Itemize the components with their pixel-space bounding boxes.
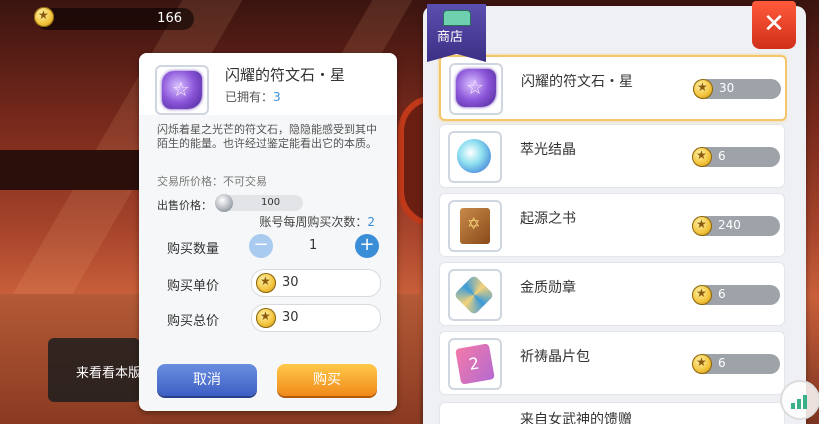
- price-value: 30: [719, 81, 735, 95]
- shop-item-price: 6: [692, 147, 780, 167]
- price-value: 6: [718, 149, 726, 163]
- unit-price-value: 30: [282, 275, 299, 290]
- shop-item-valkyrie-gift[interactable]: 来自女武神的馈赠: [439, 402, 785, 424]
- gold-coin-icon: [693, 79, 713, 99]
- shop-item-name: 来自女武神的馈赠: [520, 412, 632, 424]
- quantity-stepper: − 1 +: [247, 234, 381, 260]
- owned-value: 3: [273, 90, 281, 104]
- shop-item-prayer-chip-pack[interactable]: 祈祷晶片包 6: [439, 331, 785, 395]
- cancel-button[interactable]: 取消: [157, 364, 257, 396]
- item-name: 闪耀的符文石・星: [225, 66, 346, 84]
- gold-coin-icon: [34, 7, 54, 27]
- sell-price-bar: 100: [215, 194, 303, 212]
- shop-item-gold-medal[interactable]: 金质勋章 6: [439, 262, 785, 326]
- buy-button[interactable]: 购买: [277, 364, 377, 396]
- silver-coin-icon: [215, 194, 233, 212]
- shop-item-name: 祈祷晶片包: [520, 349, 590, 365]
- weekly-count: 2: [367, 215, 375, 229]
- item-icon-frame: [448, 200, 502, 252]
- quantity-value: 1: [309, 238, 318, 253]
- sell-price-label: 出售价格：: [157, 199, 212, 212]
- hint-bubble[interactable]: 来看看本版: [48, 338, 140, 402]
- gold-coin-icon: [692, 147, 712, 167]
- item-icon-frame: [448, 269, 502, 321]
- owned-label: 已拥有：: [225, 90, 274, 104]
- shop-item-price: 6: [692, 354, 780, 374]
- shop-item-crystal[interactable]: 萃光结晶 6: [439, 124, 785, 188]
- item-icon-frame: [155, 65, 209, 115]
- shop-item-origin-book[interactable]: 起源之书 240: [439, 193, 785, 257]
- close-button[interactable]: ✕: [752, 1, 796, 49]
- price-value: 6: [718, 287, 726, 301]
- shop-item-name: 起源之书: [520, 211, 576, 227]
- trade-price: 交易所价格：不可交易: [157, 175, 267, 188]
- item-description: 闪烁着星之光芒的符文石，隐隐能感受到其中陌生的能量。也许经过鉴定能看出它的本质。: [157, 123, 377, 150]
- hint-text: 来看看本版: [76, 366, 140, 381]
- shop-item-name: 金质勋章: [520, 280, 576, 296]
- item-detail-panel: 闪耀的符文石・星 已拥有：3 闪烁着星之光芒的符文石，隐隐能感受到其中陌生的能量…: [139, 53, 397, 411]
- crystal-icon: [457, 139, 491, 173]
- shop-item-price: 30: [693, 79, 781, 99]
- gold-coin-icon: [692, 216, 712, 236]
- rune-stone-icon: [162, 71, 202, 109]
- currency-bar: 166: [34, 7, 194, 30]
- total-price-label: 购买总价: [167, 314, 220, 329]
- weekly-limit: 账号每周购买次数：2: [259, 213, 375, 230]
- total-price-field: 30: [251, 304, 381, 332]
- item-icon-frame: [448, 338, 502, 390]
- price-value: 240: [718, 218, 741, 232]
- unit-price-field: 30: [251, 269, 381, 297]
- rune-stone-icon: [456, 69, 496, 107]
- gold-coin-icon: [692, 354, 712, 374]
- chip-card-icon: [455, 343, 495, 385]
- shop-chest-icon: [443, 10, 471, 26]
- weekly-label: 账号每周购买次数：: [259, 215, 368, 229]
- gold-coin-icon: [256, 308, 276, 328]
- gold-coin-icon: [256, 273, 276, 293]
- item-icon-frame: [449, 63, 503, 115]
- decrease-button[interactable]: −: [249, 234, 273, 258]
- shop-item-name: 萃光结晶: [520, 142, 576, 158]
- shop-title: 商店: [437, 30, 464, 45]
- unit-price-label: 购买单价: [167, 279, 220, 294]
- shop-item-price: 6: [692, 285, 780, 305]
- gold-coin-icon: [692, 285, 712, 305]
- shop-item-rune-stone[interactable]: 闪耀的符文石・星 30: [439, 55, 787, 121]
- price-value: 6: [718, 356, 726, 370]
- total-price-value: 30: [282, 310, 299, 325]
- shop-tab: 商店: [427, 4, 486, 62]
- medal-icon: [453, 274, 495, 316]
- increase-button[interactable]: +: [355, 234, 379, 258]
- owned-count: 已拥有：3: [225, 88, 281, 105]
- network-signal-icon[interactable]: [780, 380, 819, 420]
- item-icon-frame: [448, 131, 502, 183]
- shop-item-price: 240: [692, 216, 780, 236]
- shop-item-list[interactable]: 闪耀的符文石・星 30 萃光结晶 6 起源之书 240 金质勋章 6 祈祷晶片包…: [437, 53, 787, 424]
- quantity-label: 购买数量: [167, 242, 220, 257]
- book-icon: [460, 208, 490, 244]
- sell-price-value: 100: [261, 197, 281, 208]
- currency-amount: 166: [157, 11, 182, 26]
- shop-item-name: 闪耀的符文石・星: [521, 74, 633, 90]
